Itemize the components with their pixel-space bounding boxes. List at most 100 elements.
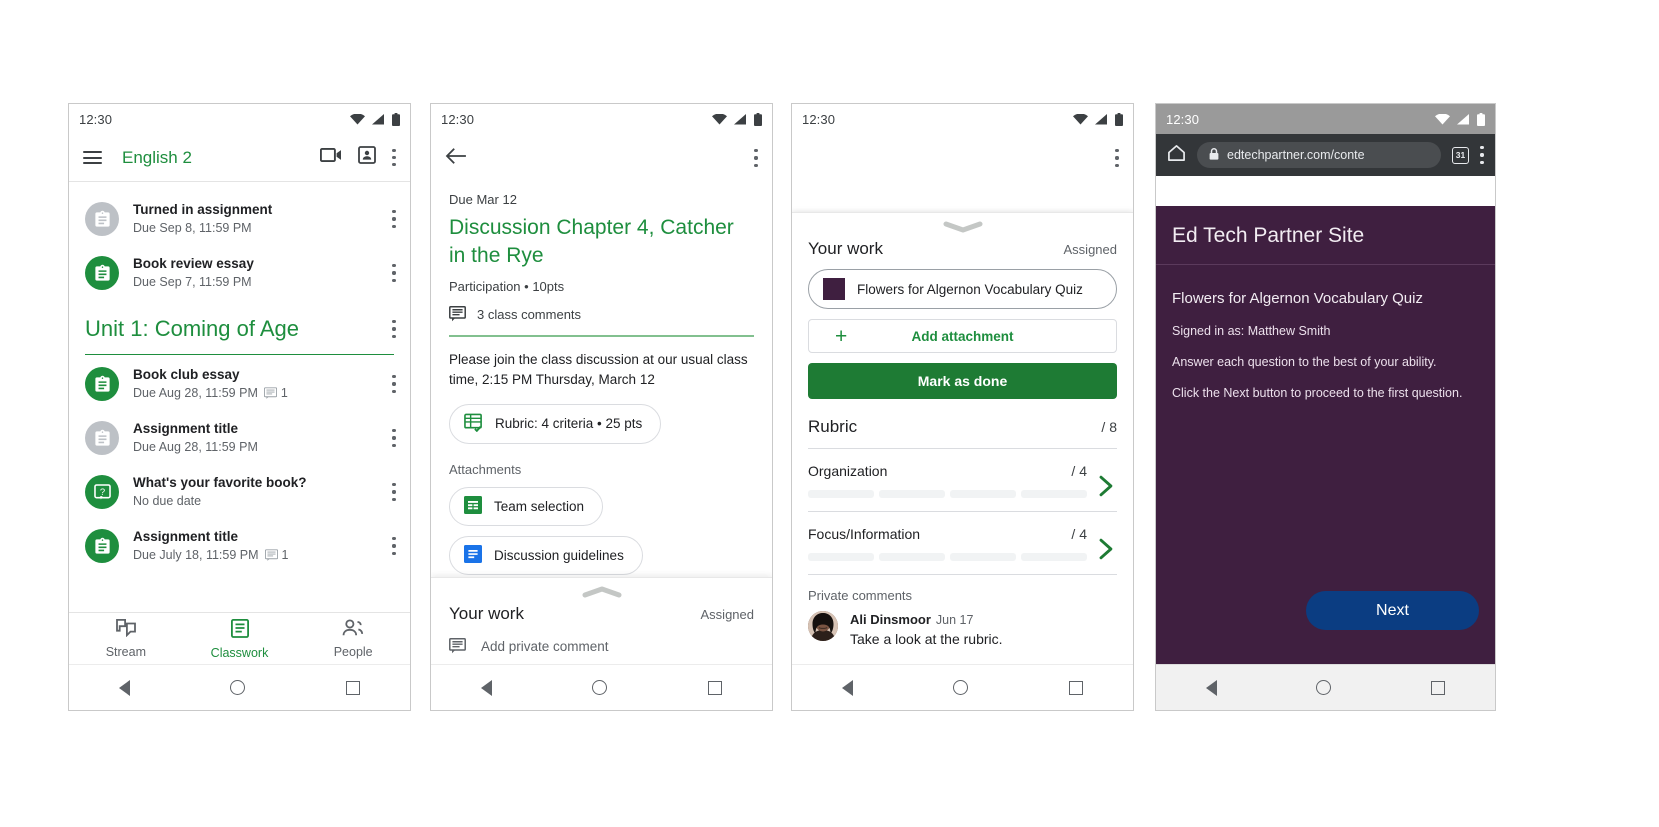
list-item[interactable]: Assignment title Due July 18, 11:59 PM 1: [69, 519, 410, 573]
nav-recents-icon[interactable]: [707, 680, 722, 695]
wifi-icon: [1073, 113, 1088, 125]
classwork-icon: [230, 618, 249, 643]
your-work-sheet: Your work Assigned Add private comment: [431, 577, 772, 664]
status-bar: 12:30: [792, 104, 1133, 134]
comment-icon: [449, 306, 466, 322]
svg-text:?: ?: [99, 486, 104, 497]
nav-recents-icon[interactable]: [1431, 680, 1446, 695]
chevron-down-icon: [943, 221, 982, 233]
attachment-chip-docs[interactable]: Discussion guidelines: [449, 535, 643, 575]
unit-overflow-icon[interactable]: [392, 320, 396, 338]
nav-home-icon[interactable]: [1316, 680, 1332, 695]
class-card-icon[interactable]: [358, 146, 376, 169]
private-comment-text: Ali Dinsmoor Jun 17 Take a look at the ru…: [850, 611, 1003, 647]
list-item-title: Turned in assignment: [133, 202, 273, 217]
battery-icon: [754, 112, 762, 126]
back-arrow-icon[interactable]: [445, 147, 467, 170]
item-overflow-icon[interactable]: [392, 429, 396, 447]
top-assignment-list: Turned in assignment Due Sep 8, 11:59 PM…: [69, 192, 410, 300]
status-time: 12:30: [441, 111, 475, 127]
criterion-score: / 4: [1071, 526, 1087, 542]
video-call-icon[interactable]: [319, 147, 342, 168]
list-item[interactable]: Book club essay Due Aug 28, 11:59 PM 1: [69, 357, 410, 411]
work-attachment-chip[interactable]: Flowers for Algernon Vocabulary Quiz: [808, 269, 1117, 309]
signal-icon: [1457, 113, 1470, 125]
nav-back-icon[interactable]: [1205, 679, 1217, 696]
nav-home-icon[interactable]: [953, 680, 969, 695]
chevron-right-icon[interactable]: [1098, 475, 1115, 502]
nav-back-icon[interactable]: [842, 679, 854, 696]
mark-as-done-button[interactable]: Mark as done: [808, 363, 1117, 399]
next-button[interactable]: Next: [1306, 591, 1479, 630]
status-icons: [1073, 112, 1123, 126]
add-private-comment[interactable]: Add private comment: [449, 638, 754, 654]
attachment-chip-sheets[interactable]: Team selection: [449, 486, 604, 526]
browser-menu-icon[interactable]: [1480, 146, 1484, 164]
list-item[interactable]: Book review essay Due Sep 7, 11:59 PM: [69, 246, 410, 300]
status-icons: [1435, 112, 1485, 126]
tab-count-icon[interactable]: 31: [1452, 146, 1469, 164]
signed-in-line: Signed in as: Matthew Smith: [1172, 324, 1331, 338]
wifi-icon: [712, 113, 727, 125]
nav-home-icon[interactable]: [592, 680, 608, 695]
tab-classwork[interactable]: Classwork: [183, 613, 297, 664]
assignment-icon: [85, 256, 119, 290]
item-overflow-icon[interactable]: [392, 537, 396, 555]
list-item[interactable]: Turned in assignment Due Sep 8, 11:59 PM: [69, 192, 410, 246]
comment-count: 1: [263, 385, 288, 402]
nav-recents-icon[interactable]: [1068, 680, 1083, 695]
chevron-right-icon[interactable]: [1098, 538, 1115, 565]
screenshot-stage: 12:30 English 2 Turned in assignment Due…: [0, 0, 1659, 827]
item-overflow-icon[interactable]: [392, 264, 396, 282]
your-work-status: Assigned: [700, 607, 754, 622]
status-time: 12:30: [79, 111, 113, 127]
list-item[interactable]: ? What's your favorite book? No due date: [69, 465, 410, 519]
class-title: English 2: [122, 147, 192, 167]
rubric-chip[interactable]: Rubric: 4 criteria • 25 pts: [449, 403, 662, 444]
menu-icon[interactable]: [83, 151, 102, 164]
nav-recents-icon[interactable]: [345, 680, 360, 695]
class-comments-row[interactable]: 3 class comments: [449, 306, 754, 322]
phone-2-assignment-detail: 12:30 Due Mar 12 Discussion Chapter 4, C…: [430, 103, 773, 711]
add-private-comment-label: Add private comment: [481, 638, 609, 654]
status-bar: 12:30: [69, 104, 410, 134]
nav-back-icon[interactable]: [481, 679, 493, 696]
bottom-tab-bar: Stream Classwork People: [69, 612, 410, 664]
status-time: 12:30: [802, 111, 836, 127]
sheet-grabber[interactable]: [808, 213, 1117, 237]
rubric-criterion[interactable]: Focus/Information / 4: [808, 512, 1117, 561]
assignment-body: Due Mar 12 Discussion Chapter 4, Catcher…: [431, 182, 772, 575]
list-item-title: Book review essay: [133, 256, 254, 271]
phone-4-content: edtechpartner.com/conte 31 Ed Tech Partn…: [1156, 134, 1495, 710]
list-item-text: Assignment title Due Aug 28, 11:59 PM: [133, 420, 378, 456]
comment-icon: [263, 387, 277, 399]
rubric-criterion[interactable]: Organization / 4: [808, 449, 1117, 498]
item-overflow-icon[interactable]: [392, 210, 396, 228]
tab-people[interactable]: People: [296, 613, 410, 664]
stream-icon: [115, 618, 136, 642]
criterion-header: Focus/Information / 4: [808, 526, 1117, 542]
item-overflow-icon[interactable]: [392, 483, 396, 501]
list-item-title: Book club essay: [133, 367, 240, 382]
overflow-menu-icon[interactable]: [754, 149, 758, 167]
comment-icon: [264, 549, 278, 561]
wifi-icon: [350, 113, 365, 125]
overflow-menu-icon[interactable]: [1115, 149, 1119, 167]
nav-back-icon[interactable]: [119, 679, 131, 696]
home-icon[interactable]: [1167, 144, 1186, 167]
phone-1-classwork: 12:30 English 2 Turned in assignment Due…: [68, 103, 411, 711]
site-title: Ed Tech Partner Site: [1172, 224, 1365, 247]
item-overflow-icon[interactable]: [392, 375, 396, 393]
rubric-header: Rubric / 8: [808, 417, 1117, 437]
sheet-grabber[interactable]: [449, 578, 754, 602]
nav-home-icon[interactable]: [230, 680, 246, 695]
divider: [808, 574, 1117, 575]
list-item[interactable]: Assignment title Due Aug 28, 11:59 PM: [69, 411, 410, 465]
overflow-menu-icon[interactable]: [392, 148, 396, 167]
tab-stream[interactable]: Stream: [69, 613, 183, 664]
phone-3-your-work: 12:30 Your work Assigned Flowers for Alg…: [791, 103, 1134, 711]
android-nav-bar: [431, 664, 772, 710]
url-bar[interactable]: edtechpartner.com/conte: [1197, 142, 1441, 168]
add-attachment-button[interactable]: + Add attachment: [808, 319, 1117, 353]
private-comments-label: Private comments: [808, 588, 913, 603]
